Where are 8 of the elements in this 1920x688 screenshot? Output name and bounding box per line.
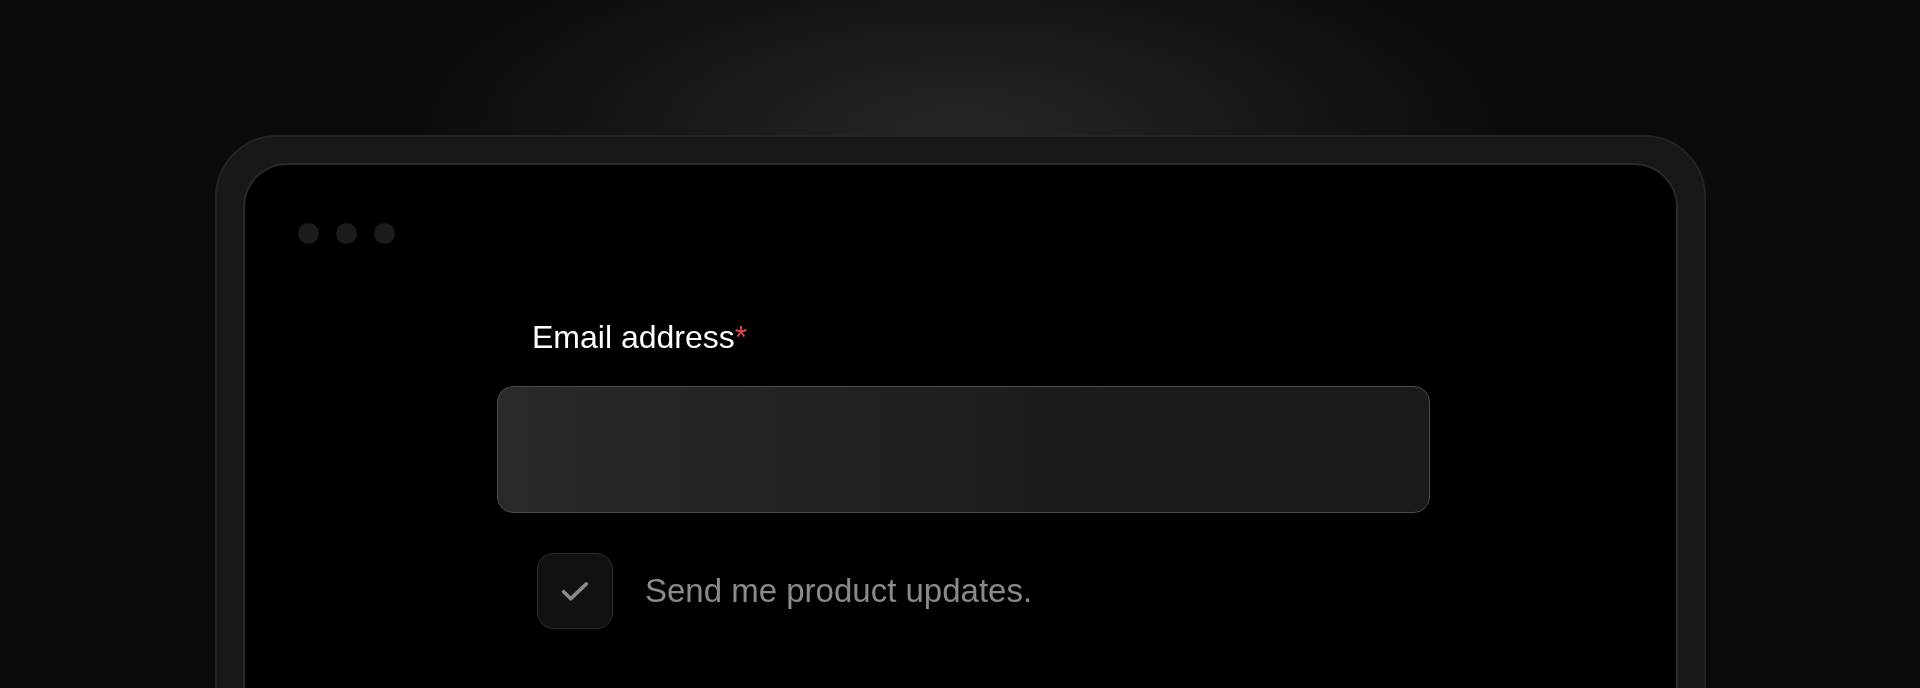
window-dot [374, 223, 395, 244]
required-mark: * [734, 319, 748, 355]
window-dot [336, 223, 357, 244]
checkbox[interactable] [537, 553, 613, 629]
checkbox-label: Send me product updates. [645, 572, 1033, 610]
email-field[interactable] [497, 386, 1430, 513]
window-dot [298, 223, 319, 244]
field-label: Email address [532, 319, 735, 355]
